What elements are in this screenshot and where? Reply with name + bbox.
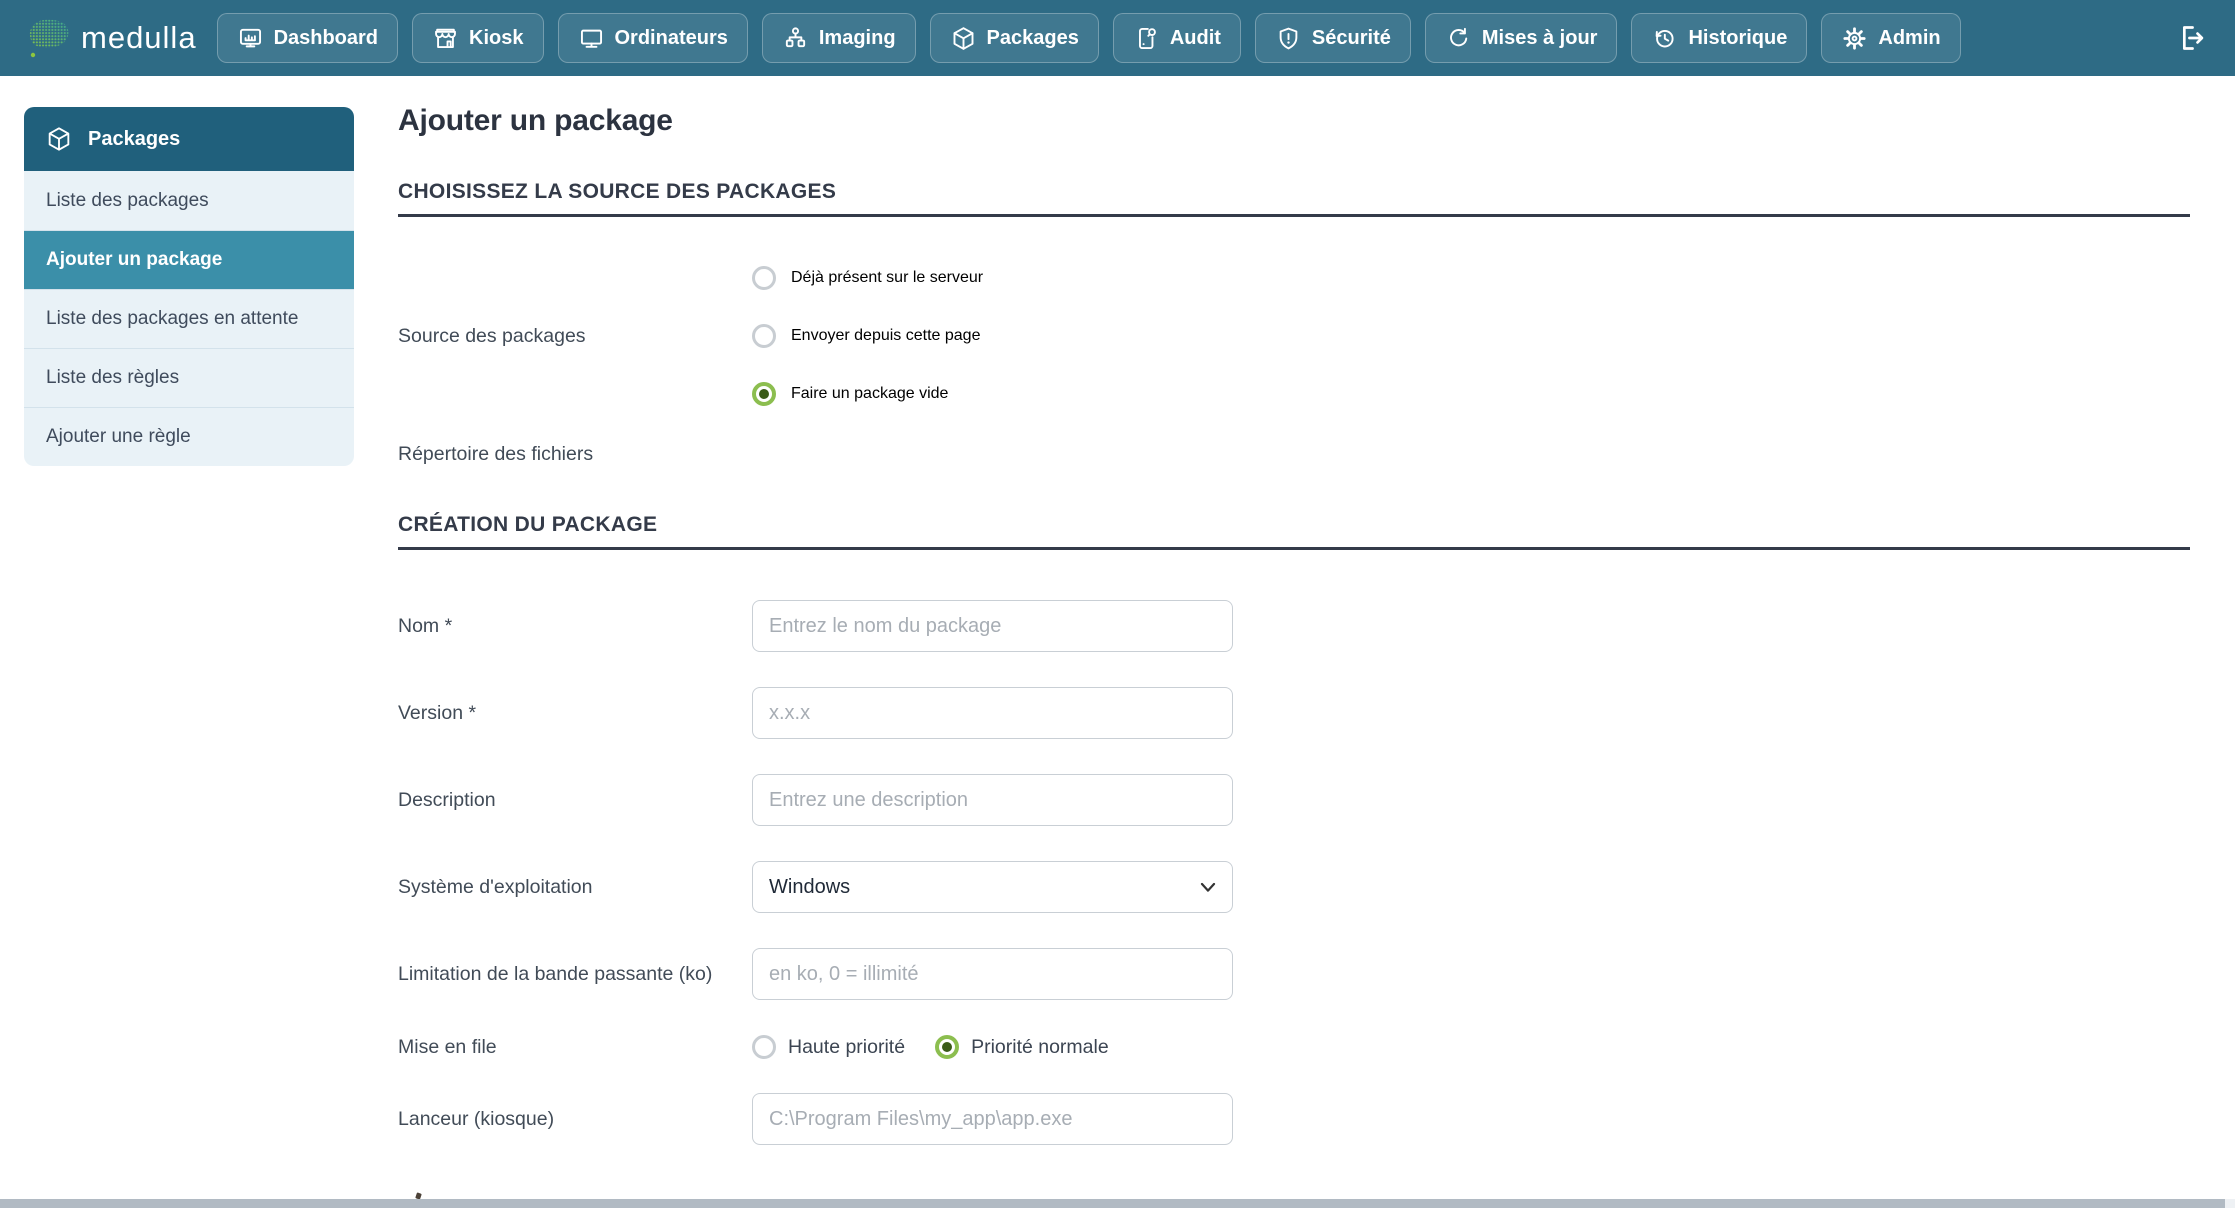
form-row-mise-en-file: Mise en file Haute priorité Priorité norma…: [398, 1035, 2190, 1059]
radio-priorite-normale[interactable]: [935, 1035, 959, 1059]
nav-item-label: Kiosk: [469, 27, 523, 50]
package-creation-form: Nom * Version * Description Système d'explo…: [398, 600, 2190, 1145]
nav-item-label: Mises à jour: [1482, 27, 1598, 50]
computers-icon: [578, 25, 605, 52]
field-label-mise-en-file: Mise en file: [398, 1036, 752, 1059]
input-version[interactable]: [752, 687, 1233, 739]
radio-label[interactable]: Faire un package vide: [791, 385, 948, 403]
nav-item-label: Packages: [987, 27, 1079, 50]
page-title: Ajouter un package: [398, 104, 2190, 138]
file-directory-label: Répertoire des fichiers: [398, 443, 2190, 467]
nav-item-label: Admin: [1878, 27, 1940, 50]
field-label-nom: Nom *: [398, 615, 752, 638]
field-label-description: Description: [398, 789, 752, 812]
radio-option-envoyer-depuis-cette-page: Envoyer depuis cette page: [752, 307, 2190, 365]
nav-item-imaging[interactable]: Imaging: [762, 13, 916, 63]
field-label-systeme-d-exploitation: Système d'exploitation: [398, 876, 752, 899]
kiosk-icon: [432, 25, 459, 52]
form-row-limitation-de-la-bande-passante-ko: Limitation de la bande passante (ko): [398, 948, 2190, 1000]
nav-item-ordinateurs[interactable]: Ordinateurs: [558, 13, 748, 63]
radio-option-faire-un-package-vide: Faire un package vide: [752, 365, 2190, 423]
sidebar-item-liste-des-regles[interactable]: Liste des règles: [24, 348, 354, 407]
source-packages-row: Source des packages Déjà présent sur le …: [398, 249, 2190, 423]
form-row-version: Version *: [398, 687, 2190, 739]
nav-item-securite[interactable]: Sécurité: [1255, 13, 1411, 63]
radio-deja-present-sur-le-serveur[interactable]: [752, 266, 776, 290]
logo-text: medulla: [81, 20, 197, 56]
horizontal-scrollbar[interactable]: [0, 1199, 2235, 1208]
source-options-group: Déjà présent sur le serveur Envoyer depui…: [752, 249, 2190, 423]
nav-item-label: Sécurité: [1312, 27, 1391, 50]
package-cube-icon: [45, 125, 73, 153]
main-nav: Dashboard Kiosk Ordinateurs Imaging Packages…: [217, 13, 1961, 63]
nav-item-label: Historique: [1688, 27, 1787, 50]
form-row-lanceur-kiosque: Lanceur (kiosque): [398, 1093, 2190, 1145]
scrollbar-thumb[interactable]: [0, 1199, 2225, 1208]
radio-label[interactable]: Priorité normale: [971, 1036, 1109, 1059]
field-label-version: Version *: [398, 702, 752, 725]
radio-faire-un-package-vide[interactable]: [752, 382, 776, 406]
section-heading-creation: CRÉATION DU PACKAGE: [398, 513, 2190, 550]
sidebar: Packages Liste des packagesAjouter un pa…: [24, 107, 354, 466]
field-label-lanceur-kiosque: Lanceur (kiosque): [398, 1108, 752, 1131]
nav-item-historique[interactable]: Historique: [1631, 13, 1807, 63]
input-limitation-de-la-bande-passante-ko[interactable]: [752, 948, 1233, 1000]
sidebar-item-liste-des-packages-en-attente[interactable]: Liste des packages en attente: [24, 289, 354, 348]
top-navbar: medulla Dashboard Kiosk Ordinateurs Imaging…: [0, 0, 2235, 76]
sidebar-item-liste-des-packages[interactable]: Liste des packages: [24, 171, 354, 230]
logout-button[interactable]: [2173, 21, 2207, 55]
medulla-brain-logo-icon: [26, 16, 72, 60]
select-systeme-d-exploitation[interactable]: Windows: [752, 861, 1233, 913]
radio-label[interactable]: Déjà présent sur le serveur: [791, 269, 983, 287]
sidebar-item-ajouter-une-regle[interactable]: Ajouter une règle: [24, 407, 354, 466]
radio-option-haute-priorite: Haute priorité: [752, 1035, 905, 1059]
section-heading-source: CHOISISSEZ LA SOURCE DES PACKAGES: [398, 180, 2190, 217]
updates-refresh-icon: [1445, 25, 1472, 52]
app-logo[interactable]: medulla: [26, 16, 197, 60]
nav-item-label: Ordinateurs: [615, 27, 728, 50]
nav-item-dashboard[interactable]: Dashboard: [217, 13, 398, 63]
dashboard-icon: [237, 25, 264, 52]
nav-item-label: Imaging: [819, 27, 896, 50]
input-lanceur-kiosque[interactable]: [752, 1093, 1233, 1145]
history-clock-icon: [1651, 25, 1678, 52]
nav-item-label: Audit: [1170, 27, 1221, 50]
select-value: Windows: [769, 876, 850, 899]
nav-item-packages[interactable]: Packages: [930, 13, 1099, 63]
security-shield-icon: [1275, 25, 1302, 52]
sidebar-item-ajouter-un-package[interactable]: Ajouter un package: [24, 230, 354, 289]
field-label-limitation-de-la-bande-passante-ko: Limitation de la bande passante (ko): [398, 963, 752, 986]
nav-item-label: Dashboard: [274, 27, 378, 50]
sidebar-menu: Liste des packagesAjouter un packageList…: [24, 171, 354, 466]
packages-icon: [950, 25, 977, 52]
nav-item-kiosk[interactable]: Kiosk: [412, 13, 543, 63]
radio-envoyer-depuis-cette-page[interactable]: [752, 324, 776, 348]
sidebar-title: Packages: [88, 128, 180, 151]
form-row-systeme-d-exploitation: Système d'exploitation Windows: [398, 861, 2190, 913]
imaging-icon: [782, 25, 809, 52]
radio-option-deja-present-sur-le-serveur: Déjà présent sur le serveur: [752, 249, 2190, 307]
radio-label[interactable]: Haute priorité: [788, 1036, 905, 1059]
form-row-nom: Nom *: [398, 600, 2190, 652]
nav-item-mises-a-jour[interactable]: Mises à jour: [1425, 13, 1618, 63]
input-description[interactable]: [752, 774, 1233, 826]
main-content: Ajouter un package CHOISISSEZ LA SOURCE …: [398, 104, 2190, 1180]
radio-option-priorite-normale: Priorité normale: [935, 1035, 1109, 1059]
form-row-description: Description: [398, 774, 2190, 826]
nav-item-audit[interactable]: Audit: [1113, 13, 1241, 63]
admin-gear-icon: [1841, 25, 1868, 52]
input-nom[interactable]: [752, 600, 1233, 652]
sidebar-header: Packages: [24, 107, 354, 171]
audit-icon: [1133, 25, 1160, 52]
chevron-down-icon: [1200, 881, 1216, 894]
logout-icon: [2173, 21, 2207, 55]
radio-haute-priorite[interactable]: [752, 1035, 776, 1059]
source-packages-label: Source des packages: [398, 325, 752, 348]
radio-group-mise-en-file: Haute priorité Priorité normale: [752, 1035, 2190, 1059]
radio-label[interactable]: Envoyer depuis cette page: [791, 327, 980, 345]
nav-item-admin[interactable]: Admin: [1821, 13, 1960, 63]
